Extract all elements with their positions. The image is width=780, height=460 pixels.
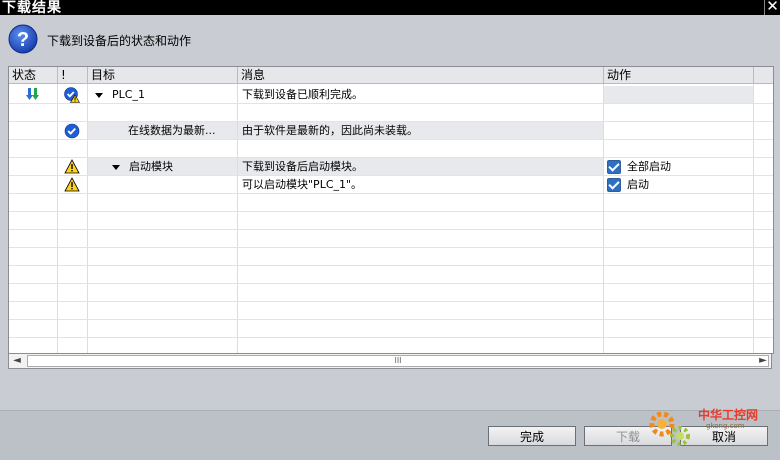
start-checkbox[interactable] <box>607 178 621 192</box>
row-message: 可以启动模块"PLC_1"。 <box>242 178 363 191</box>
table-row <box>9 302 773 320</box>
table-row <box>9 266 773 284</box>
row-target: PLC_1 <box>112 88 145 101</box>
row-target: 在线数据为最新... <box>88 122 237 139</box>
scrollbar-thumb[interactable]: III <box>27 355 769 367</box>
table-header: 状态 ! 目标 消息 动作 <box>9 67 773 84</box>
table-row <box>9 140 773 158</box>
question-icon: ? <box>8 24 38 54</box>
expand-triangle-icon[interactable] <box>95 93 103 98</box>
title-bar: 下载结果 ✕ <box>0 0 780 16</box>
row-action <box>604 86 753 103</box>
row-message: 由于软件是最新的，因此尚未装载。 <box>238 122 603 139</box>
row-message: 下载到设备后启动模块。 <box>238 158 603 175</box>
table-row[interactable]: 在线数据为最新... 由于软件是最新的，因此尚未装载。 <box>9 122 773 140</box>
row-message: 下载到设备已顺利完成。 <box>242 88 363 101</box>
scroll-right-arrow-icon[interactable]: ► <box>755 354 771 368</box>
table-row[interactable]: 启动模块 下载到设备后启动模块。 全部启动 <box>9 158 773 176</box>
finish-button[interactable]: 完成 <box>488 426 576 446</box>
column-header-flag[interactable]: ! <box>58 67 88 83</box>
table-row <box>9 248 773 266</box>
download-button[interactable]: 下载 <box>584 426 672 446</box>
close-button[interactable]: ✕ <box>764 0 780 15</box>
download-arrows-icon <box>26 88 39 100</box>
table-row <box>9 194 773 212</box>
table-row[interactable]: 可以启动模块"PLC_1"。 启动 <box>9 176 773 194</box>
table-row <box>9 284 773 302</box>
check-warning-icon <box>64 87 80 103</box>
dialog-footer: 完成 下载 取消 <box>0 410 780 460</box>
start-all-checkbox[interactable] <box>607 160 621 174</box>
row-target: 启动模块 <box>129 160 173 173</box>
row-action-label: 启动 <box>627 178 649 191</box>
column-header-message[interactable]: 消息 <box>238 67 604 83</box>
cancel-button[interactable]: 取消 <box>680 426 768 446</box>
svg-text:?: ? <box>17 29 29 51</box>
results-table: 状态 ! 目标 消息 动作 PLC_1 下载到设备已顺利完成。 在线数据为最新.… <box>8 66 774 354</box>
table-row <box>9 320 773 338</box>
column-header-action[interactable]: 动作 <box>604 67 754 83</box>
horizontal-scrollbar[interactable]: ◄ III ► <box>8 353 772 369</box>
check-circle-icon <box>64 123 80 139</box>
table-row[interactable]: PLC_1 下载到设备已顺利完成。 <box>9 86 773 104</box>
table-row <box>9 104 773 122</box>
expand-triangle-icon[interactable] <box>112 165 120 170</box>
warning-icon <box>64 177 80 192</box>
column-header-target[interactable]: 目标 <box>88 67 238 83</box>
scroll-left-arrow-icon[interactable]: ◄ <box>9 354 25 368</box>
table-row <box>9 212 773 230</box>
warning-icon <box>64 159 80 174</box>
dialog-header: ? 下载到设备后的状态和动作 <box>0 15 780 62</box>
table-row <box>9 338 773 353</box>
column-header-status[interactable]: 状态 <box>9 67 58 83</box>
table-row <box>9 230 773 248</box>
row-action-label: 全部启动 <box>627 160 671 173</box>
download-results-dialog: 下载结果 ✕ ? 下载到设备后的状态和动作 状态 ! 目标 消息 动作 PLC_… <box>0 0 780 460</box>
header-message: 下载到设备后的状态和动作 <box>47 34 192 48</box>
